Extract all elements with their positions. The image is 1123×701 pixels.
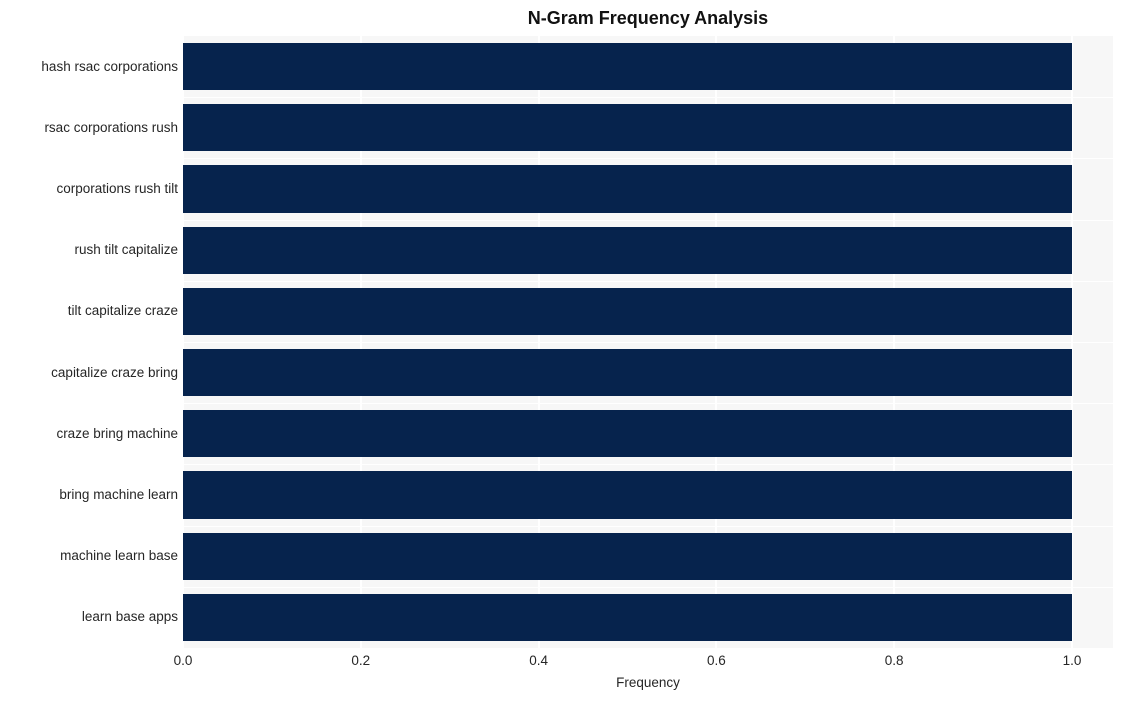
y-axis-tick-label: rsac corporations rush [44,119,178,135]
x-axis-tick-label: 0.6 [707,653,726,668]
bar [183,349,1072,397]
gridline-horizontal [183,403,1113,405]
x-axis-title: Frequency [616,675,680,690]
x-axis-tick-label: 0.0 [173,653,193,668]
x-axis-tick-label: 1.0 [1062,653,1082,668]
gridline-horizontal [183,97,1113,99]
bar [183,104,1072,152]
bar [183,471,1072,519]
gridline-horizontal [183,219,1113,221]
gridline-horizontal [183,280,1113,282]
bar [183,532,1072,580]
bar [183,593,1072,641]
bar [183,287,1072,335]
gridline-horizontal [183,158,1113,160]
y-axis-tick-label: hash rsac corporations [41,58,178,74]
y-axis-tick-label: machine learn base [60,548,178,564]
ngram-frequency-bar-chart: N-Gram Frequency Analysis hash rsac corp… [0,0,1123,701]
gridline-horizontal [183,464,1113,466]
y-axis-tick-label: rush tilt capitalize [74,242,178,258]
gridline-horizontal [183,525,1113,527]
x-axis-tick-label: 0.8 [884,653,904,668]
y-axis-tick-label: bring machine learn [59,487,178,502]
chart-title: N-Gram Frequency Analysis [527,8,769,28]
y-axis-tick-label: learn base apps [81,609,178,625]
x-axis-tick-label: 0.4 [529,653,548,668]
plot-area [183,36,1113,648]
bar [183,226,1072,274]
y-axis-tick-label: tilt capitalize craze [67,303,178,319]
gridline-horizontal [183,586,1113,588]
y-axis-tick-label: capitalize craze bring [51,364,178,380]
bar [183,43,1072,91]
y-axis-tick-label: craze bring machine [56,425,178,441]
y-axis-tick-label: corporations rush tilt [56,181,178,196]
gridline-horizontal [183,342,1113,343]
x-axis-tick-label: 0.2 [351,653,371,668]
bar [183,165,1072,213]
y-axis-category-labels: hash rsac corporations rsac corporations … [0,36,178,648]
bar [183,410,1072,458]
